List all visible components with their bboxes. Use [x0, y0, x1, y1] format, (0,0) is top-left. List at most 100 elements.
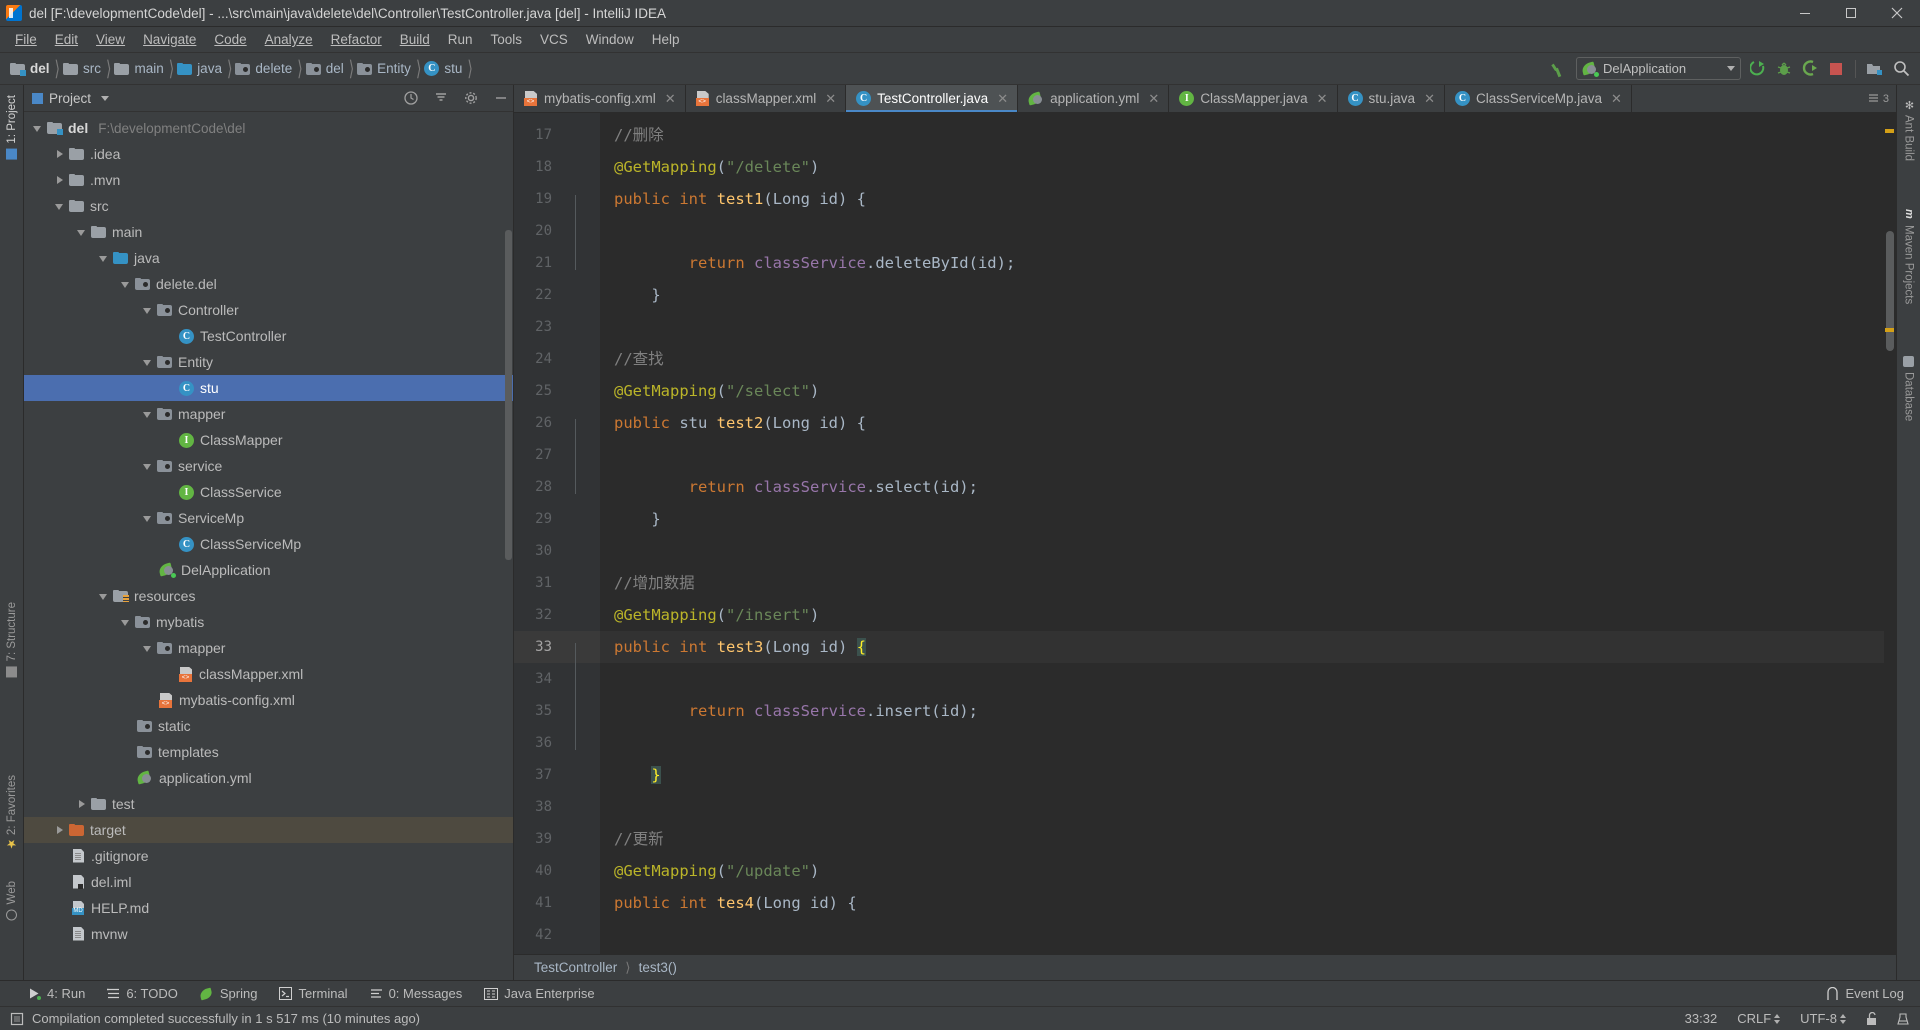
line-separator-selector[interactable]: CRLF [1737, 1011, 1781, 1026]
tree-node-main[interactable]: main [24, 219, 513, 245]
breadcrumb-delete[interactable]: delete [235, 61, 292, 76]
tree-node-src[interactable]: src [24, 193, 513, 219]
tree-node-target[interactable]: target [24, 817, 513, 843]
tree-node-stu[interactable]: C stu [24, 375, 513, 401]
tree-node-templates[interactable]: templates [24, 739, 513, 765]
sidebar-item-maven-projects[interactable]: m Maven Projects [1900, 203, 1918, 310]
tree-node-classservicemp[interactable]: C ClassServiceMp [24, 531, 513, 557]
tree-node-delapplication[interactable]: DelApplication [24, 557, 513, 583]
warning-marker[interactable] [1885, 328, 1894, 332]
minimize-button[interactable] [1782, 0, 1828, 27]
chevron-right-icon[interactable] [54, 174, 67, 187]
tree-node-resources[interactable]: resources [24, 583, 513, 609]
sidebar-item-ant-build[interactable]: ✻ Ant Build [1900, 93, 1918, 167]
tree-node-classmapper[interactable]: I ClassMapper [24, 427, 513, 453]
tree-node-gitignore[interactable]: .gitignore [24, 843, 513, 869]
project-structure-button[interactable] [1862, 56, 1888, 82]
tree-node-mybatis[interactable]: mybatis [24, 609, 513, 635]
sidebar-item-structure[interactable]: 7: Structure [3, 596, 21, 683]
tree-node-testcontroller[interactable]: C TestController [24, 323, 513, 349]
menu-file[interactable]: File [6, 30, 46, 49]
tool-window-java-enterprise[interactable]: Java Enterprise [484, 986, 595, 1001]
tab-application-yml[interactable]: application.yml ✕ [1018, 85, 1170, 112]
menu-code[interactable]: Code [205, 30, 255, 49]
tree-node-del[interactable]: del F:\developmentCode\del [24, 115, 513, 141]
chevron-down-icon[interactable] [98, 590, 111, 603]
sidebar-item-project[interactable]: 1: Project [3, 89, 21, 166]
chevron-down-icon[interactable] [32, 122, 45, 135]
maximize-button[interactable] [1828, 0, 1874, 27]
chevron-down-icon[interactable] [98, 252, 111, 265]
close-icon[interactable]: ✕ [997, 91, 1008, 107]
tool-window-terminal[interactable]: Terminal [279, 986, 348, 1001]
tree-node-classservice[interactable]: I ClassService [24, 479, 513, 505]
read-only-toggle[interactable] [1866, 1011, 1878, 1026]
tree-node-idea[interactable]: .idea [24, 141, 513, 167]
close-icon[interactable]: ✕ [1424, 91, 1435, 107]
close-icon[interactable]: ✕ [1317, 91, 1328, 107]
chevron-down-icon[interactable] [120, 278, 133, 291]
chevron-down-icon[interactable] [142, 512, 155, 525]
close-icon[interactable]: ✕ [1611, 91, 1622, 107]
tree-node-mvn[interactable]: .mvn [24, 167, 513, 193]
run-configuration-selector[interactable]: DelApplication [1576, 57, 1741, 80]
tree-node-application-yml[interactable]: application.yml [24, 765, 513, 791]
chevron-down-icon[interactable] [142, 408, 155, 421]
close-button[interactable] [1874, 0, 1920, 27]
tree-node-help-md[interactable]: HELP.md [24, 895, 513, 921]
tool-window-todo[interactable]: 6: TODO [107, 986, 178, 1001]
breadcrumb-entity[interactable]: Entity [357, 61, 411, 76]
tree-node-delete-del[interactable]: delete.del [24, 271, 513, 297]
menu-run[interactable]: Run [439, 30, 482, 49]
inspection-widget[interactable] [1896, 1012, 1910, 1026]
menu-navigate[interactable]: Navigate [134, 30, 205, 49]
menu-refactor[interactable]: Refactor [322, 30, 391, 49]
menu-view[interactable]: View [87, 30, 134, 49]
breadcrumb-stu[interactable]: C stu [424, 61, 462, 76]
tree-node-mapper-pkg[interactable]: mapper [24, 401, 513, 427]
tab-stu-java[interactable]: C stu.java ✕ [1338, 85, 1445, 112]
menu-tools[interactable]: Tools [482, 30, 532, 49]
code-editor[interactable]: 17 18 19 20 21 22 23 24 25 26 27 28 29 3… [514, 113, 1896, 954]
code-text[interactable]: //删除 @GetMapping("/delete") public int t… [600, 113, 1896, 954]
project-tree[interactable]: del F:\developmentCode\del .idea .mvn sr… [24, 112, 513, 980]
tree-node-mvnw[interactable]: mvnw [24, 921, 513, 947]
chevron-down-icon[interactable] [76, 226, 89, 239]
sidebar-item-favorites[interactable]: ★ 2: Favorites [3, 769, 21, 857]
debug-button[interactable] [1771, 56, 1797, 82]
tab-classmapper-xml[interactable]: classMapper.xml ✕ [686, 85, 847, 112]
tree-node-entity[interactable]: Entity [24, 349, 513, 375]
sidebar-item-database[interactable]: Database [1900, 350, 1918, 427]
encoding-selector[interactable]: UTF-8 [1800, 1011, 1846, 1026]
settings-gear-icon[interactable] [459, 86, 483, 110]
chevron-down-icon[interactable] [142, 642, 155, 655]
close-icon[interactable]: ✕ [1148, 91, 1159, 107]
scrollbar-thumb[interactable] [1886, 231, 1894, 351]
tab-testcontroller-java[interactable]: C TestController.java ✕ [846, 85, 1019, 112]
breadcrumb-main[interactable]: main [114, 61, 164, 76]
tree-node-resources-mapper[interactable]: mapper [24, 635, 513, 661]
collapse-all-icon[interactable] [429, 86, 453, 110]
tool-window-messages[interactable]: 0: Messages [370, 986, 462, 1001]
stop-button[interactable] [1823, 56, 1849, 82]
editor-vertical-scrollbar[interactable] [1884, 113, 1896, 954]
tool-window-run[interactable]: 4: Run [28, 986, 85, 1001]
breadcrumb-java[interactable]: java [177, 61, 222, 76]
menu-help[interactable]: Help [643, 30, 689, 49]
tree-node-classmapper-xml[interactable]: classMapper.xml [24, 661, 513, 687]
editor-gutter[interactable]: 17 18 19 20 21 22 23 24 25 26 27 28 29 3… [514, 113, 600, 954]
sidebar-item-web[interactable]: Web [3, 875, 21, 926]
chevron-right-icon[interactable] [54, 148, 67, 161]
breadcrumb-del-package[interactable]: del [305, 61, 344, 76]
tab-mybatis-config-xml[interactable]: mybatis-config.xml ✕ [514, 85, 686, 112]
chevron-down-icon[interactable] [101, 95, 110, 101]
breadcrumb-del-project[interactable]: del [10, 61, 50, 76]
tab-classmapper-java[interactable]: I ClassMapper.java ✕ [1169, 85, 1338, 112]
warning-marker[interactable] [1885, 129, 1894, 133]
tree-node-java[interactable]: java [24, 245, 513, 271]
chevron-down-icon[interactable] [120, 616, 133, 629]
tree-node-mybatis-config-xml[interactable]: mybatis-config.xml [24, 687, 513, 713]
editor-tab-overflow[interactable]: 3 [1862, 85, 1896, 112]
build-hammer-icon[interactable] [1546, 56, 1572, 82]
tab-classservicemp-java[interactable]: C ClassServiceMp.java ✕ [1445, 85, 1632, 112]
